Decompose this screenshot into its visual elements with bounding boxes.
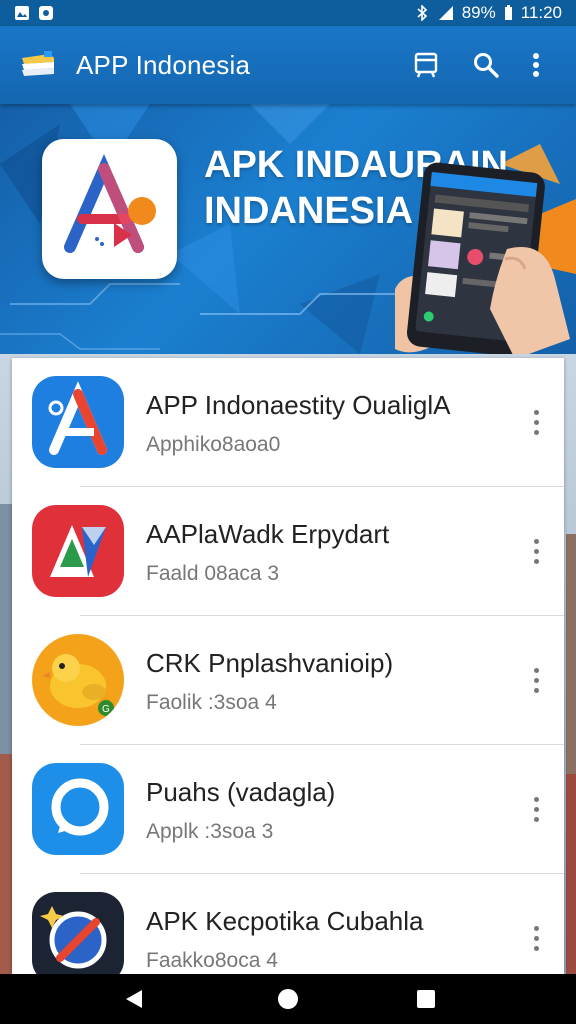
system-nav-bar [0, 974, 576, 1024]
more-vert-icon[interactable] [524, 789, 548, 829]
svg-text:G: G [102, 704, 110, 715]
more-vert-icon[interactable] [524, 402, 548, 442]
list-item[interactable]: Puahs (vadagla) Applk :3soa 3 [12, 745, 564, 874]
app-list: APP Indonaestity OualiglA Apphiko8aoa0 A… [12, 358, 564, 974]
item-text: APK Kecpotika Cubahla Faakko8oca 4 [146, 906, 506, 973]
battery-icon [504, 5, 512, 20]
yellow-bird-icon: G [32, 634, 124, 726]
more-vert-icon[interactable] [524, 660, 548, 700]
store-button[interactable] [406, 45, 446, 85]
app-subtitle: Faald 08aca 3 [146, 562, 280, 585]
app-subtitle: Faakko8oca 4 [146, 949, 278, 972]
more-vert-icon [533, 53, 539, 77]
app-title: Puahs (vadagla) [146, 777, 336, 807]
list-item[interactable]: G CRK Pnplashvanioip) Faolik :3soa 4 [12, 616, 564, 745]
signal-icon [438, 6, 453, 20]
promo-banner[interactable]: APK INDAURAIN INDANESIA [0, 104, 576, 354]
banner-app-logo [42, 139, 177, 279]
app-logo-icon [22, 51, 54, 76]
overflow-menu-button[interactable] [516, 45, 556, 85]
more-vert-icon[interactable] [524, 531, 548, 571]
app-bar: APP Indonesia [0, 26, 576, 104]
store-icon [414, 52, 438, 78]
home-icon[interactable] [275, 986, 301, 1012]
item-text: APP Indonaestity OualiglA Apphiko8aoa0 [146, 390, 506, 457]
gallery-icon [15, 6, 29, 20]
a-logo-icon [64, 153, 156, 253]
app-subtitle: Applk :3soa 3 [146, 820, 274, 843]
back-icon[interactable] [122, 986, 148, 1012]
app-title: APP Indonaestity OualiglA [146, 390, 451, 420]
clock: 11:20 [520, 3, 562, 22]
list-item[interactable]: APK Kecpotika Cubahla Faakko8oca 4 [12, 874, 564, 974]
list-item[interactable]: AAPlaWadk Erpydart Faald 08aca 3 [12, 487, 564, 616]
app-title: APK Kecpotika Cubahla [146, 906, 424, 936]
recents-icon[interactable] [413, 986, 439, 1012]
no-sign-icon [32, 892, 124, 974]
settings-icon [39, 6, 53, 20]
search-icon [474, 53, 499, 78]
status-bar: 89% 11:20 [0, 0, 576, 26]
app-title: AAPlaWadk Erpydart [146, 519, 390, 549]
phone-illustration [395, 162, 570, 354]
battery-percent: 89% [461, 3, 496, 22]
item-text: Puahs (vadagla) Applk :3soa 3 [146, 777, 506, 844]
item-text: CRK Pnplashvanioip) Faolik :3soa 4 [146, 648, 506, 715]
app-title: CRK Pnplashvanioip) [146, 648, 394, 678]
item-text: AAPlaWadk Erpydart Faald 08aca 3 [146, 519, 506, 586]
app-subtitle: Apphiko8aoa0 [146, 433, 281, 456]
bluetooth-icon [417, 5, 427, 21]
app-subtitle: Faolik :3soa 4 [146, 691, 277, 714]
blue-chat-icon [32, 763, 124, 855]
list-item[interactable]: APP Indonaestity OualiglA Apphiko8aoa0 [12, 358, 564, 487]
blue-a-logo-icon [32, 376, 124, 468]
app-title: APP Indonesia [76, 49, 251, 80]
more-vert-icon[interactable] [524, 918, 548, 958]
red-a-logo-icon [32, 505, 124, 597]
search-button[interactable] [466, 45, 506, 85]
